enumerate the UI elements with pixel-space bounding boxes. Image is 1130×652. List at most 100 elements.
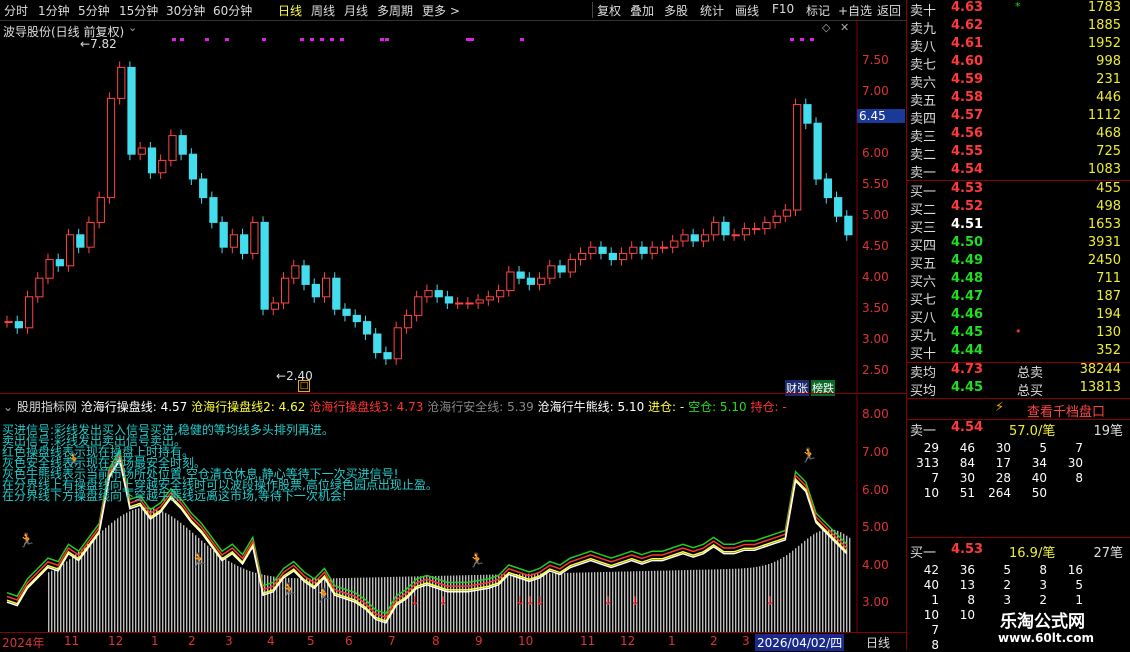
candle-body[interactable]: [35, 277, 44, 298]
period-tab-multi[interactable]: 多周期: [377, 2, 413, 19]
candle-body[interactable]: [260, 221, 269, 310]
candle-body[interactable]: [690, 234, 699, 242]
bid-row[interactable]: 买五 4.49 2450: [907, 253, 1130, 272]
candle-body[interactable]: [803, 104, 812, 124]
bid-row[interactable]: 买四 4.50 3931: [907, 235, 1130, 254]
diamond-icon[interactable]: ◇: [822, 21, 830, 34]
candle-body[interactable]: [199, 178, 208, 199]
ask-row[interactable]: 卖八 4.61 1952: [907, 36, 1130, 55]
candle-body[interactable]: [65, 234, 75, 267]
candle-body[interactable]: [618, 252, 628, 261]
period-tab-daily[interactable]: 日线: [278, 2, 302, 19]
candle-body[interactable]: [373, 333, 382, 354]
candle-body[interactable]: [24, 296, 34, 329]
candle-body[interactable]: [752, 228, 761, 231]
candle-body[interactable]: [557, 265, 566, 273]
candle-body[interactable]: [834, 197, 843, 217]
indicator-name[interactable]: 股朋指标网: [17, 400, 77, 414]
candle-body[interactable]: [506, 271, 515, 292]
candle-body[interactable]: [362, 321, 372, 335]
candle-body[interactable]: [424, 290, 433, 298]
ask-row[interactable]: 卖五 4.58 446: [907, 90, 1130, 109]
candle-body[interactable]: [588, 246, 597, 254]
candle-body[interactable]: [147, 147, 157, 174]
mark-button[interactable]: 标记: [806, 2, 830, 19]
candle-body[interactable]: [342, 308, 351, 316]
candle-body[interactable]: [608, 252, 617, 261]
candle-body[interactable]: [700, 234, 710, 242]
ask-row[interactable]: 卖十 4.63 1783 *: [907, 0, 1130, 19]
candle-body[interactable]: [434, 290, 443, 298]
candle-body[interactable]: [844, 215, 853, 236]
candle-body[interactable]: [577, 252, 587, 261]
ask-row[interactable]: 卖七 4.60 998: [907, 54, 1130, 73]
candle-body[interactable]: [793, 104, 802, 211]
candle-body[interactable]: [670, 240, 679, 248]
candle-body[interactable]: [127, 66, 136, 155]
candle-body[interactable]: [55, 259, 64, 267]
f10-button[interactable]: F10: [772, 2, 794, 16]
candle-body[interactable]: [188, 153, 198, 180]
adjust-button[interactable]: 复权: [597, 2, 621, 19]
candle-body[interactable]: [485, 296, 495, 301]
period-tab-60min[interactable]: 60分钟: [213, 2, 252, 19]
candle-body[interactable]: [823, 178, 833, 199]
candle-body[interactable]: [772, 215, 781, 223]
candle-body[interactable]: [117, 66, 126, 99]
ask-row[interactable]: 卖六 4.59 231: [907, 72, 1130, 91]
candle-body[interactable]: [106, 97, 116, 199]
candle-body[interactable]: [496, 290, 505, 298]
ask-row[interactable]: 卖二 4.55 725: [907, 144, 1130, 163]
candle-body[interactable]: [813, 122, 822, 180]
candle-body[interactable]: [567, 259, 576, 273]
candle-body[interactable]: [475, 299, 484, 304]
candle-body[interactable]: [393, 327, 402, 360]
candle-body[interactable]: [414, 296, 423, 316]
chevron-down-icon[interactable]: ⌄: [3, 400, 13, 414]
candle-body[interactable]: [332, 277, 341, 310]
candle-body[interactable]: [158, 159, 167, 174]
candle-body[interactable]: [455, 302, 464, 305]
candle-body[interactable]: [168, 135, 177, 161]
period-label[interactable]: 日线: [866, 634, 890, 651]
candle-body[interactable]: [731, 234, 740, 237]
period-tab-monthly[interactable]: 月线: [344, 2, 368, 19]
candle-body[interactable]: [526, 277, 536, 285]
candle-body[interactable]: [659, 246, 669, 249]
candle-body[interactable]: [762, 221, 771, 230]
period-tab-5min[interactable]: 5分钟: [78, 2, 110, 19]
candle-body[interactable]: [721, 221, 730, 236]
candle-body[interactable]: [178, 135, 187, 155]
candlestick-chart[interactable]: [0, 20, 906, 392]
candle-body[interactable]: [598, 246, 607, 254]
add-watchlist-button[interactable]: +自选: [838, 2, 872, 19]
chevron-down-icon[interactable]: ⌄: [128, 21, 137, 34]
candle-body[interactable]: [444, 296, 454, 304]
bid-row[interactable]: 买三 4.51 1653: [907, 217, 1130, 236]
candle-body[interactable]: [250, 221, 259, 254]
bid-row[interactable]: 买六 4.48 711: [907, 271, 1130, 290]
ask-row[interactable]: 卖九 4.62 1885: [907, 18, 1130, 37]
period-tab-30min[interactable]: 30分钟: [166, 2, 205, 19]
bid-row[interactable]: 买二 4.52 498: [907, 199, 1130, 218]
candle-body[interactable]: [96, 197, 105, 223]
bid-row[interactable]: 买十 4.44 352: [907, 343, 1130, 362]
draw-line-button[interactable]: 画线: [735, 2, 759, 19]
candle-body[interactable]: [76, 234, 85, 248]
candle-body[interactable]: [270, 302, 280, 310]
period-tab-weekly[interactable]: 周线: [311, 2, 335, 19]
statistics-button[interactable]: 统计: [700, 2, 724, 19]
candle-body[interactable]: [86, 221, 95, 248]
candle-body[interactable]: [465, 302, 474, 305]
candle-body[interactable]: [229, 234, 239, 248]
candle-body[interactable]: [14, 321, 23, 329]
candle-body[interactable]: [301, 265, 310, 285]
candle-body[interactable]: [782, 209, 792, 217]
bid-row[interactable]: 买一 4.53 455: [907, 181, 1130, 200]
candle-body[interactable]: [281, 277, 290, 304]
candle-body[interactable]: [516, 271, 525, 279]
event-marker-icon[interactable]: □: [298, 380, 310, 392]
close-icon[interactable]: ✕: [840, 21, 849, 34]
candle-body[interactable]: [4, 321, 13, 324]
candle-body[interactable]: [137, 147, 146, 155]
